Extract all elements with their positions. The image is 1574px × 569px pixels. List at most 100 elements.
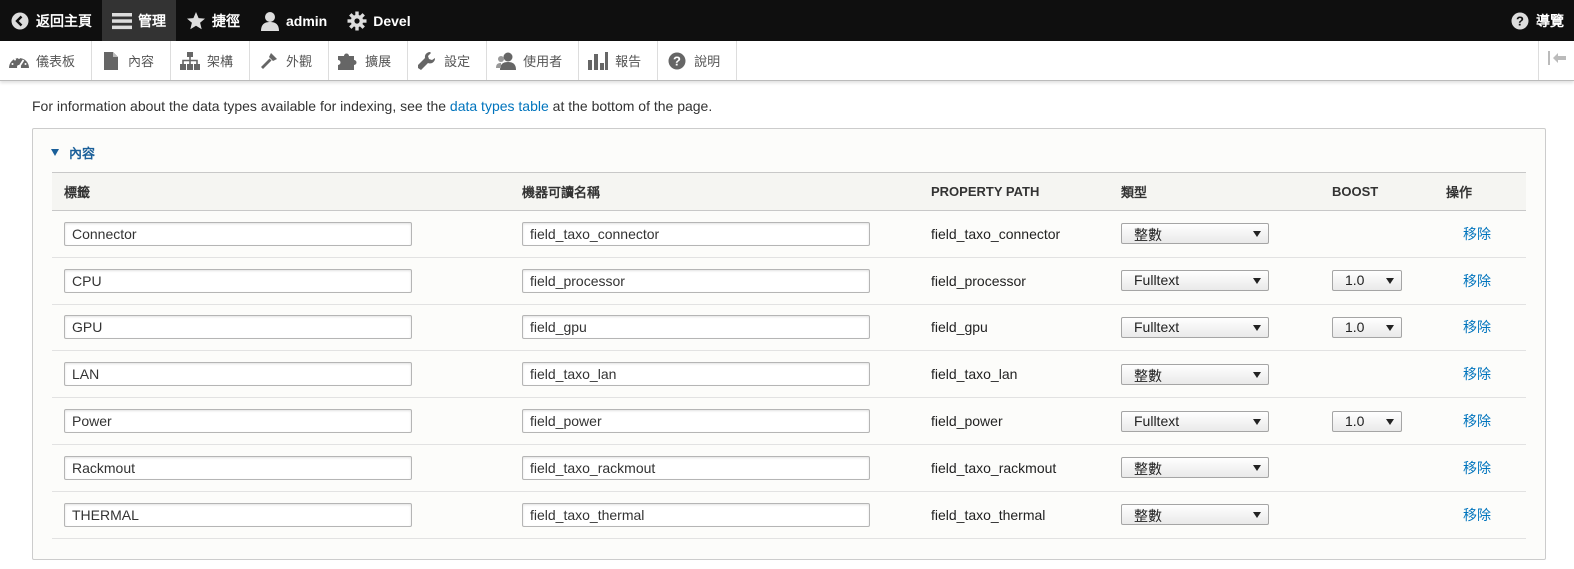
svg-text:?: ?: [673, 53, 681, 68]
select-arrow-icon: [1386, 324, 1394, 331]
collapse-triangle-icon: [51, 149, 59, 156]
back-home-link[interactable]: 返回主頁: [0, 0, 102, 41]
field-label-input[interactable]: [64, 268, 412, 293]
machine-name-input[interactable]: [522, 455, 870, 480]
tray-item-configuration[interactable]: 設定: [408, 41, 488, 80]
remove-link[interactable]: 移除: [1463, 411, 1491, 431]
machine-name-input[interactable]: [522, 268, 870, 293]
tray-item-extend[interactable]: 擴展: [329, 41, 409, 80]
tray-item-dashboard[interactable]: 儀表板: [0, 41, 93, 80]
boost-cell: 1.0: [1320, 397, 1434, 445]
shortcuts-tab[interactable]: 捷徑: [176, 0, 250, 41]
boost-select[interactable]: 1.0: [1332, 410, 1402, 432]
help-icon: ?: [666, 50, 688, 72]
tour-button[interactable]: ? 導覽: [1500, 0, 1574, 41]
field-label-input[interactable]: [64, 362, 412, 387]
remove-link[interactable]: 移除: [1463, 317, 1491, 337]
select-arrow-icon: [1253, 231, 1261, 238]
tray-item-help[interactable]: ? 說明: [658, 41, 738, 80]
tray-item-content[interactable]: 內容: [92, 41, 172, 80]
devel-label: Devel: [373, 12, 411, 29]
puzzle-icon: [337, 50, 359, 72]
label-cell: [52, 304, 510, 352]
dashboard-icon: [8, 50, 30, 72]
machine-name-input[interactable]: [522, 221, 870, 246]
content-page-icon: [100, 50, 122, 72]
boost-select-value: 1.0: [1345, 412, 1365, 429]
orientation-arrow-icon: [1547, 51, 1566, 70]
type-select[interactable]: Fulltext: [1121, 270, 1269, 292]
tray-item-people[interactable]: 使用者: [487, 41, 580, 80]
tour-label: 導覽: [1536, 12, 1564, 29]
property-path-cell: field_gpu: [919, 304, 1109, 352]
type-select[interactable]: 整數: [1121, 457, 1269, 479]
type-select-value: Fulltext: [1134, 318, 1180, 335]
operations-cell: 移除: [1434, 257, 1526, 305]
type-select[interactable]: 整數: [1121, 223, 1269, 245]
field-label-input[interactable]: [64, 502, 412, 527]
svg-text:?: ?: [1516, 13, 1524, 28]
intro-after: at the bottom of the page.: [548, 98, 713, 114]
type-select[interactable]: Fulltext: [1121, 316, 1269, 338]
boost-cell: [1320, 444, 1434, 492]
manage-tab[interactable]: 管理: [102, 0, 176, 41]
field-label-input[interactable]: [64, 409, 412, 434]
machine-name-input[interactable]: [522, 362, 870, 387]
type-cell: 整數: [1109, 444, 1320, 492]
fieldset-legend-label: 內容: [69, 146, 96, 161]
back-arrow-icon: [10, 11, 30, 31]
tray-orientation-toggle[interactable]: [1538, 41, 1574, 80]
machine-name-input[interactable]: [522, 409, 870, 434]
boost-select[interactable]: 1.0: [1332, 316, 1402, 338]
remove-link[interactable]: 移除: [1463, 505, 1491, 525]
machine-name-input[interactable]: [522, 315, 870, 340]
tray-item-structure[interactable]: 架構: [171, 41, 251, 80]
fieldset-legend-toggle[interactable]: 內容: [51, 143, 95, 162]
type-select[interactable]: 整數: [1121, 504, 1269, 526]
machine-name-input[interactable]: [522, 502, 870, 527]
operations-cell: 移除: [1434, 350, 1526, 399]
user-tab[interactable]: admin: [250, 0, 337, 41]
field-label-input[interactable]: [64, 221, 412, 246]
label-cell: [52, 444, 510, 492]
type-cell: Fulltext: [1109, 257, 1320, 305]
bar-chart-icon: [587, 50, 609, 72]
data-types-table-link[interactable]: data types table: [450, 98, 549, 114]
field-label-input[interactable]: [64, 455, 412, 480]
boost-select-value: 1.0: [1345, 318, 1365, 335]
tray-item-reports[interactable]: 報告: [579, 41, 659, 80]
boost-cell: 1.0: [1320, 257, 1434, 305]
header-operations: 操作: [1434, 172, 1526, 211]
wrench-icon: [416, 50, 438, 72]
remove-link[interactable]: 移除: [1463, 458, 1491, 478]
type-select-value: Fulltext: [1134, 272, 1180, 289]
header-type: 類型: [1109, 172, 1320, 211]
property-path-cell: field_taxo_thermal: [919, 491, 1109, 539]
devel-tab[interactable]: Devel: [337, 0, 420, 41]
remove-link[interactable]: 移除: [1463, 364, 1491, 384]
admin-tray: 儀表板 內容 架構 外觀 擴展 設定 使用者 報告 ? 說明: [0, 41, 1574, 81]
tray-label-appearance: 外觀: [286, 54, 313, 69]
user-label: admin: [286, 12, 328, 29]
type-select[interactable]: Fulltext: [1121, 410, 1269, 432]
boost-cell: [1320, 491, 1434, 539]
operations-cell: 移除: [1434, 397, 1526, 445]
table-row: field_taxo_rackmout 整數 移除: [52, 444, 1526, 492]
intro-text: For information about the data types ava…: [32, 98, 712, 114]
select-arrow-icon: [1253, 324, 1261, 331]
admin-toolbar: 返回主頁 管理 捷徑 admin Devel ? 導覽: [0, 0, 1574, 41]
type-select[interactable]: 整數: [1121, 363, 1269, 385]
field-label-input[interactable]: [64, 315, 412, 340]
type-cell: 整數: [1109, 350, 1320, 399]
type-select-value: Fulltext: [1134, 412, 1180, 429]
machine-name-cell: [510, 397, 919, 445]
machine-name-cell: [510, 491, 919, 539]
tray-item-appearance[interactable]: 外觀: [250, 41, 330, 80]
type-cell: 整數: [1109, 491, 1320, 539]
remove-link[interactable]: 移除: [1463, 224, 1491, 244]
boost-select[interactable]: 1.0: [1332, 270, 1402, 292]
select-arrow-icon: [1253, 512, 1261, 519]
remove-link[interactable]: 移除: [1463, 271, 1491, 291]
content-fields-fieldset: 內容 標籤 機器可讀名稱 PROPERTY PATH 類型 BOOST 操作 f…: [32, 128, 1546, 560]
label-cell: [52, 491, 510, 539]
